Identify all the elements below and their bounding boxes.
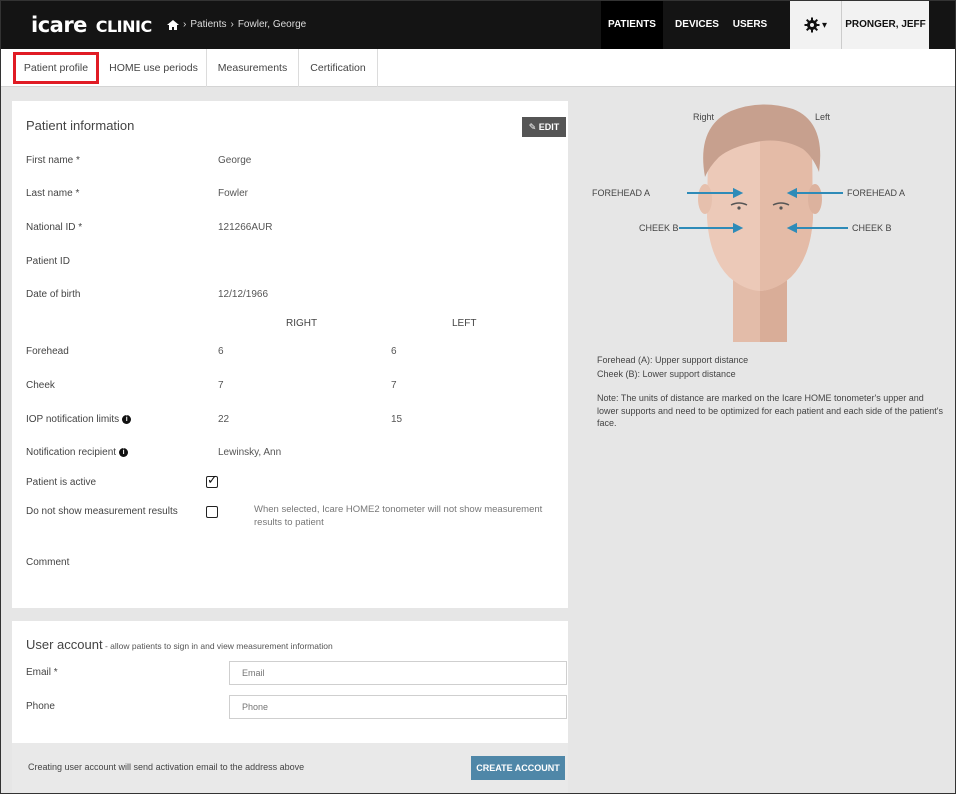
face-right-label: Right	[693, 112, 715, 122]
nav-users[interactable]: USERS	[728, 1, 772, 49]
nav-devices[interactable]: DEVICES	[669, 1, 725, 49]
forehead-a-right-label: FOREHEAD A	[592, 188, 650, 198]
settings-caret-icon: ▾	[821, 19, 828, 31]
email-input[interactable]	[229, 661, 567, 685]
patient-info-title: Patient information	[26, 118, 135, 133]
breadcrumb-separator-icon: ›	[183, 19, 187, 30]
account-footer: Creating user account will send activati…	[12, 743, 568, 793]
hide-results-label: Do not show measurement results	[26, 506, 178, 517]
gear-icon	[804, 17, 820, 33]
cheek-right-value: 7	[218, 380, 224, 391]
dob-label: Date of birth	[26, 289, 81, 300]
face-left-label: Left	[815, 112, 831, 122]
patient-active-checkbox[interactable]: ✓	[206, 472, 218, 488]
national-id-value: 121266AUR	[218, 222, 273, 233]
email-label: Email *	[26, 667, 58, 678]
account-footer-text: Creating user account will send activati…	[28, 762, 305, 772]
face-diagram: Right Left FOREHEAD A FOREHEAD A CHEEK B…	[592, 104, 905, 342]
pupil-left	[779, 206, 783, 210]
logo-sub: CLINIC	[95, 17, 152, 36]
tab-home-use-periods[interactable]: HOME use periods	[101, 49, 207, 87]
notification-recipient-value: Lewinsky, Ann	[218, 447, 282, 458]
notification-recipient-label-text: Notification recipient	[26, 447, 117, 458]
phone-label: Phone	[26, 701, 55, 712]
column-header-right: RIGHT	[286, 318, 318, 329]
first-name-value: George	[218, 155, 252, 166]
patient-active-label: Patient is active	[26, 477, 97, 488]
last-name-label: Last name *	[26, 188, 80, 199]
app-window: icare CLINIC › Patients › Fowler, George…	[0, 0, 956, 794]
app-logo[interactable]: icare CLINIC	[31, 13, 152, 37]
logo-main: icare	[31, 13, 87, 37]
legend-forehead: Forehead (A): Upper support distance	[597, 355, 749, 365]
column-header-left: LEFT	[452, 318, 477, 329]
pupil-right	[737, 206, 741, 210]
patient-id-label: Patient ID	[26, 256, 70, 267]
info-icon[interactable]: i	[122, 414, 132, 424]
user-account-title-text: User account	[26, 637, 103, 652]
breadcrumb: › Patients › Fowler, George	[167, 19, 306, 30]
legend-cheek: Cheek (B): Lower support distance	[597, 369, 736, 379]
edit-button-label: EDIT	[538, 122, 560, 132]
national-id-label: National ID *	[26, 222, 83, 233]
phone-input[interactable]	[229, 695, 567, 719]
dob-value: 12/12/1966	[218, 289, 269, 300]
face-ear-left	[808, 184, 822, 214]
support-note: Note: The units of distance are marked o…	[597, 393, 943, 428]
cheek-b-left-label: CHEEK B	[852, 223, 892, 233]
forehead-left-value: 6	[391, 346, 397, 357]
nav-patients[interactable]: PATIENTS	[601, 1, 663, 49]
iop-left-value: 15	[391, 414, 403, 425]
face-ear-right	[698, 184, 712, 214]
checkmark-icon: ✓	[207, 472, 218, 487]
user-account-title: User account - allow patients to sign in…	[26, 637, 333, 652]
breadcrumb-patients[interactable]: Patients	[190, 19, 226, 30]
breadcrumb-current: Fowler, George	[237, 19, 307, 30]
settings-menu[interactable]: ▾	[790, 1, 841, 49]
last-name-value: Fowler	[218, 188, 249, 199]
create-account-button[interactable]: CREATE ACCOUNT	[471, 756, 565, 780]
forehead-a-left-label: FOREHEAD A	[847, 188, 905, 198]
tab-bar: Patient profile HOME use periods Measure…	[1, 49, 955, 87]
breadcrumb-separator-icon: ›	[230, 19, 234, 30]
iop-limits-label: IOP notification limits i	[26, 414, 132, 425]
cheek-label: Cheek	[26, 380, 55, 391]
cheek-b-right-label: CHEEK B	[639, 223, 679, 233]
patient-information-card: Patient information ✎ EDIT First name * …	[12, 101, 568, 608]
edit-button[interactable]: ✎ EDIT	[522, 117, 566, 137]
comment-label: Comment	[26, 557, 70, 568]
tab-patient-profile[interactable]: Patient profile	[13, 52, 99, 84]
pencil-icon: ✎	[528, 122, 537, 132]
user-account-card: User account - allow patients to sign in…	[12, 621, 568, 793]
forehead-right-value: 6	[218, 346, 224, 357]
forehead-label: Forehead	[26, 346, 69, 357]
hide-results-checkbox[interactable]	[206, 506, 218, 518]
hide-results-hint: When selected, Icare HOME2 tonometer wil…	[254, 504, 543, 528]
home-icon[interactable]	[167, 19, 179, 30]
cheek-left-value: 7	[391, 380, 397, 391]
first-name-label: First name *	[26, 155, 80, 166]
iop-right-value: 22	[218, 414, 230, 425]
notification-recipient-label: Notification recipient i	[26, 447, 129, 458]
iop-limits-label-text: IOP notification limits	[26, 414, 120, 425]
user-account-subtitle: - allow patients to sign in and view mea…	[102, 641, 333, 651]
tab-certification[interactable]: Certification	[299, 49, 378, 87]
info-icon[interactable]: i	[119, 447, 129, 457]
tab-measurements[interactable]: Measurements	[207, 49, 299, 87]
user-menu[interactable]: PRONGER, JEFF ▾	[841, 1, 929, 78]
top-navbar: icare CLINIC › Patients › Fowler, George…	[1, 1, 955, 78]
